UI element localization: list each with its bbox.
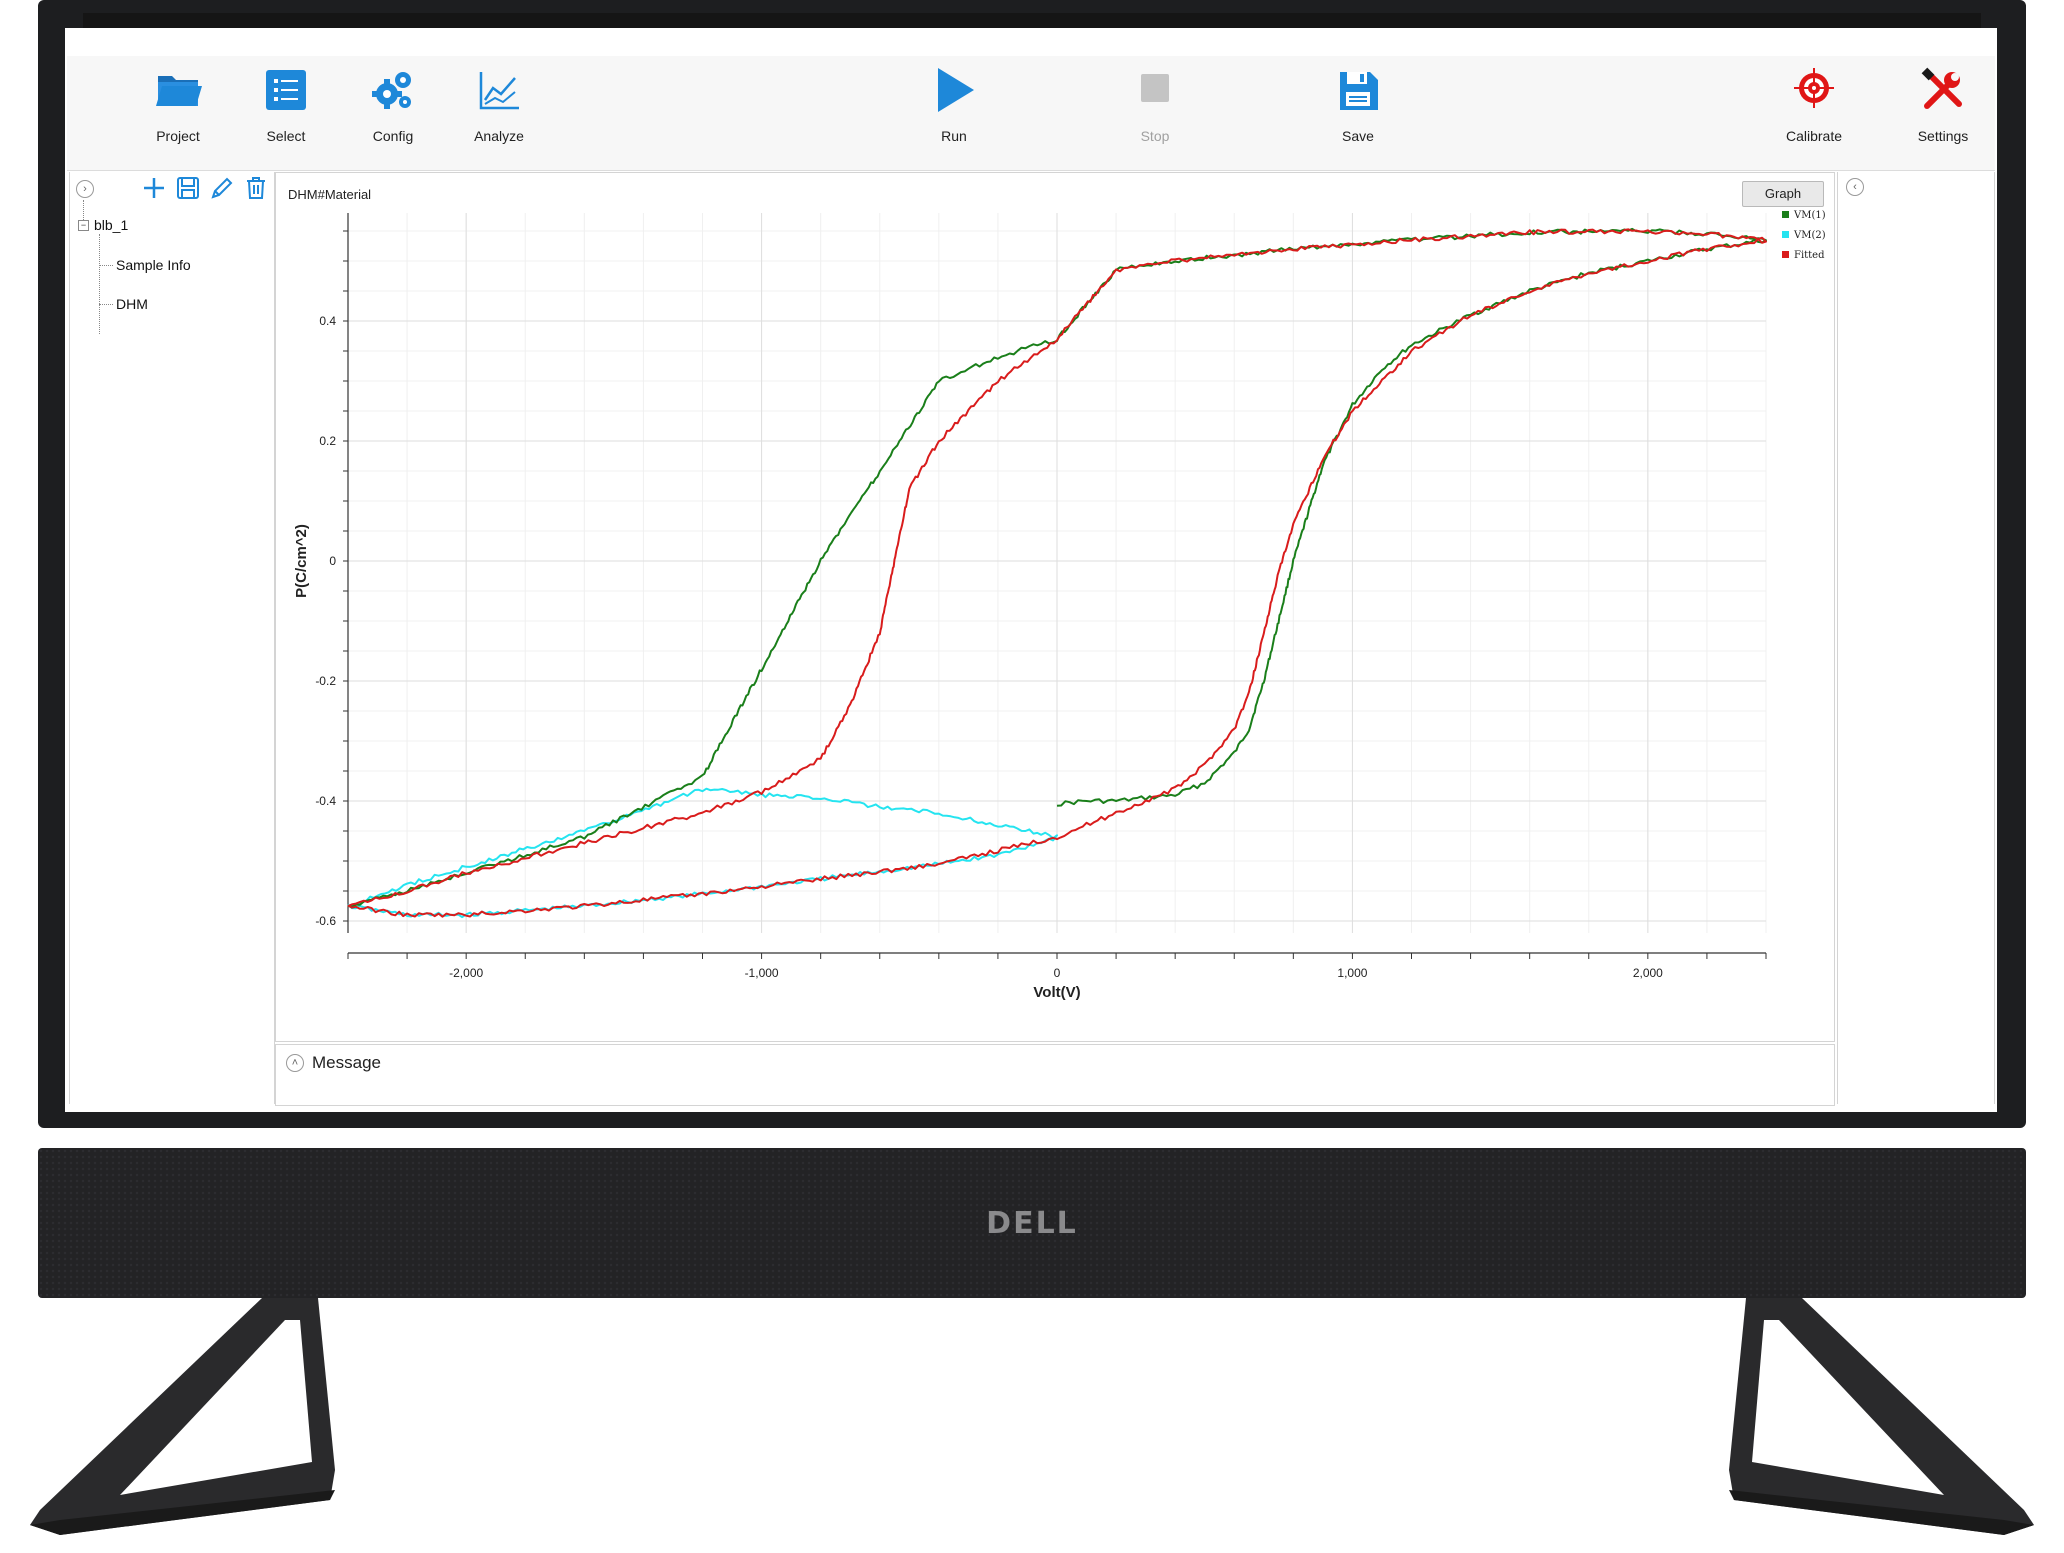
y-tick-label: 0.2 <box>319 434 336 448</box>
calibrate-button[interactable]: Calibrate <box>1759 66 1869 162</box>
expand-right-panel-icon[interactable]: ‹ <box>1846 178 1864 196</box>
edit-pencil-icon[interactable] <box>210 176 234 200</box>
stop-icon <box>1141 74 1169 102</box>
y-tick-label: 0 <box>329 554 336 568</box>
brand-logo: DELL <box>986 1206 1078 1241</box>
folder-icon <box>156 76 202 106</box>
tree-connector <box>83 200 84 222</box>
save-icon[interactable] <box>176 176 200 200</box>
message-label: Message <box>312 1053 381 1072</box>
analyze-button[interactable]: Analyze <box>444 66 554 162</box>
x-tick-label: 2,000 <box>1633 966 1663 980</box>
app-window: Project Select Config Analyze Run Stop S… <box>67 56 1995 1106</box>
tools-icon <box>1921 67 1962 109</box>
select-button[interactable]: Select <box>231 66 341 162</box>
analyze-label: Analyze <box>474 128 524 144</box>
x-tick-label: 0 <box>1054 966 1061 980</box>
y-tick-label: -0.2 <box>315 674 336 688</box>
graph-panel: DHM#Material Graph -2,000 -1,000 0 1,000 2,0… <box>275 172 1835 1042</box>
settings-button[interactable]: Settings <box>1888 66 1998 162</box>
save-button[interactable]: Save <box>1303 66 1413 162</box>
x-axis-label: Volt(V) <box>1033 984 1080 1001</box>
run-label: Run <box>941 128 967 144</box>
right-side-panel: ‹ <box>1837 172 1995 1104</box>
tree-node-sample-info[interactable]: Sample Info <box>116 257 191 273</box>
legend-swatch <box>1782 211 1789 218</box>
legend-label: Fitted <box>1794 250 1825 261</box>
line-chart-icon <box>479 72 519 110</box>
config-label: Config <box>372 128 414 144</box>
run-button[interactable]: Run <box>899 66 1009 162</box>
expand-panel-icon[interactable]: › <box>76 180 94 198</box>
x-tick-label: -2,000 <box>449 966 483 980</box>
x-tick-label: -1,000 <box>745 966 779 980</box>
collapse-node-icon[interactable]: − <box>78 220 89 231</box>
play-icon <box>938 68 974 112</box>
x-tick-label: 1,000 <box>1337 966 1367 980</box>
save-label: Save <box>1342 128 1374 144</box>
add-icon[interactable] <box>142 176 166 200</box>
settings-label: Settings <box>1917 128 1969 144</box>
select-label: Select <box>266 128 306 144</box>
collapse-chevron-icon[interactable]: ˄ <box>286 1054 304 1072</box>
legend-swatch <box>1782 251 1789 258</box>
project-button[interactable]: Project <box>123 66 233 162</box>
gears-icon <box>372 72 411 109</box>
legend-swatch <box>1782 231 1789 238</box>
tree-node-dhm[interactable]: DHM <box>116 296 148 312</box>
target-icon <box>1794 68 1834 108</box>
legend-label: VM(2) <box>1793 230 1826 241</box>
tree-connector <box>99 265 113 266</box>
screen: Project Select Config Analyze Run Stop S… <box>65 28 1997 1112</box>
monitor-soundbar: DELL <box>38 1148 2026 1298</box>
calibrate-label: Calibrate <box>1785 128 1843 144</box>
project-tree-panel: › − blb_1 Sample Info DHM <box>69 172 275 1104</box>
trash-icon[interactable] <box>244 176 268 200</box>
y-tick-label: -0.6 <box>315 914 336 928</box>
message-panel: ˄ Message <box>275 1044 1835 1106</box>
legend-label: VM(1) <box>1793 210 1826 221</box>
y-axis-label: P(C/cm^2) <box>293 524 310 598</box>
tree-connector <box>99 234 100 334</box>
config-button[interactable]: Config <box>338 66 448 162</box>
stop-button[interactable]: Stop <box>1100 66 1210 162</box>
hysteresis-chart: -2,000 -1,000 0 1,000 2,000 -0.6 -0.4 -0.2 0 0.2 0… <box>293 210 1826 1001</box>
toolbar: Project Select Config Analyze Run Stop S… <box>67 56 1995 171</box>
tree-connector <box>99 304 113 305</box>
floppy-disk-icon <box>1340 72 1378 110</box>
tree-node-root[interactable]: blb_1 <box>94 217 128 233</box>
list-icon <box>266 70 306 110</box>
y-tick-label: -0.4 <box>315 794 336 808</box>
project-label: Project <box>156 128 200 144</box>
y-tick-label: 0.4 <box>319 314 336 328</box>
stop-label: Stop <box>1140 128 1170 144</box>
